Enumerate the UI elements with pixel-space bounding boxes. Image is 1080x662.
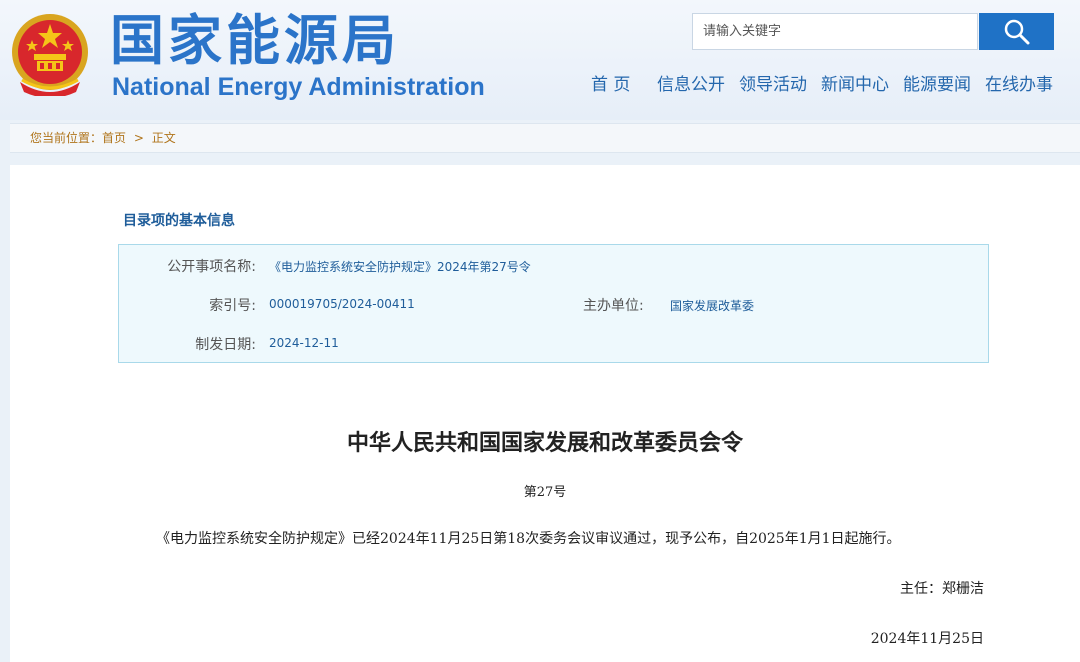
nav-info-disclosure[interactable]: 信息公开 <box>657 72 725 98</box>
site-logo-chinese[interactable]: 国家能源局 <box>110 6 400 76</box>
date-label: 制发日期: <box>195 337 256 353</box>
national-emblem-icon[interactable] <box>10 12 90 96</box>
breadcrumb-home-link[interactable]: 首页 <box>102 124 126 152</box>
breadcrumb-prefix: 您当前位置： <box>30 131 103 145</box>
document-title: 中华人民共和国国家发展和改革委员会令 <box>346 430 743 456</box>
breadcrumb-current: 正文 <box>151 131 176 145</box>
main-content: 目录项的基本信息 公开事项名称: 《电力监控系统安全防护规定》2024年第27号… <box>10 165 1080 662</box>
nav-news-center[interactable]: 新闻中心 <box>821 72 889 98</box>
document-body: 《电力监控系统安全防护规定》已经2024年11月25日第18次委务会议审议通过，… <box>156 531 901 547</box>
info-section-title: 目录项的基本信息 <box>123 213 235 229</box>
nav-energy-news[interactable]: 能源要闻 <box>903 72 971 98</box>
name-label: 公开事项名称: <box>167 259 256 275</box>
breadcrumb-separator: > <box>133 131 144 145</box>
index-label: 索引号: <box>209 298 256 314</box>
site-logo-english[interactable]: National Energy Administration <box>112 72 485 102</box>
info-box: 公开事项名称: 《电力监控系统安全防护规定》2024年第27号令 索引号: 00… <box>118 244 989 363</box>
name-value: 《电力监控系统安全防护规定》2024年第27号令 <box>269 260 531 274</box>
date-value: 2024-12-11 <box>269 336 339 350</box>
sponsor-label: 主办单位: <box>583 298 644 314</box>
nav-online-services[interactable]: 在线办事 <box>985 72 1053 98</box>
search-icon <box>1004 19 1029 44</box>
site-header: 国家能源局 National Energy Administration 请输入… <box>0 0 1080 120</box>
index-value: 000019705/2024-00411 <box>269 297 415 311</box>
search-input[interactable]: 请输入关键字 <box>692 13 978 50</box>
breadcrumb: 您当前位置：首页 > 正文 <box>10 123 1080 153</box>
nav-home[interactable]: 首 页 <box>591 72 630 98</box>
document-signature: 主任：郑栅洁 <box>900 581 984 597</box>
document-date: 2024年11月25日 <box>870 631 984 647</box>
search-button[interactable] <box>979 13 1054 50</box>
document-number: 第27号 <box>523 485 567 500</box>
nav-leader-activities[interactable]: 领导活动 <box>739 72 807 98</box>
sponsor-value: 国家发展改革委 <box>670 299 755 313</box>
